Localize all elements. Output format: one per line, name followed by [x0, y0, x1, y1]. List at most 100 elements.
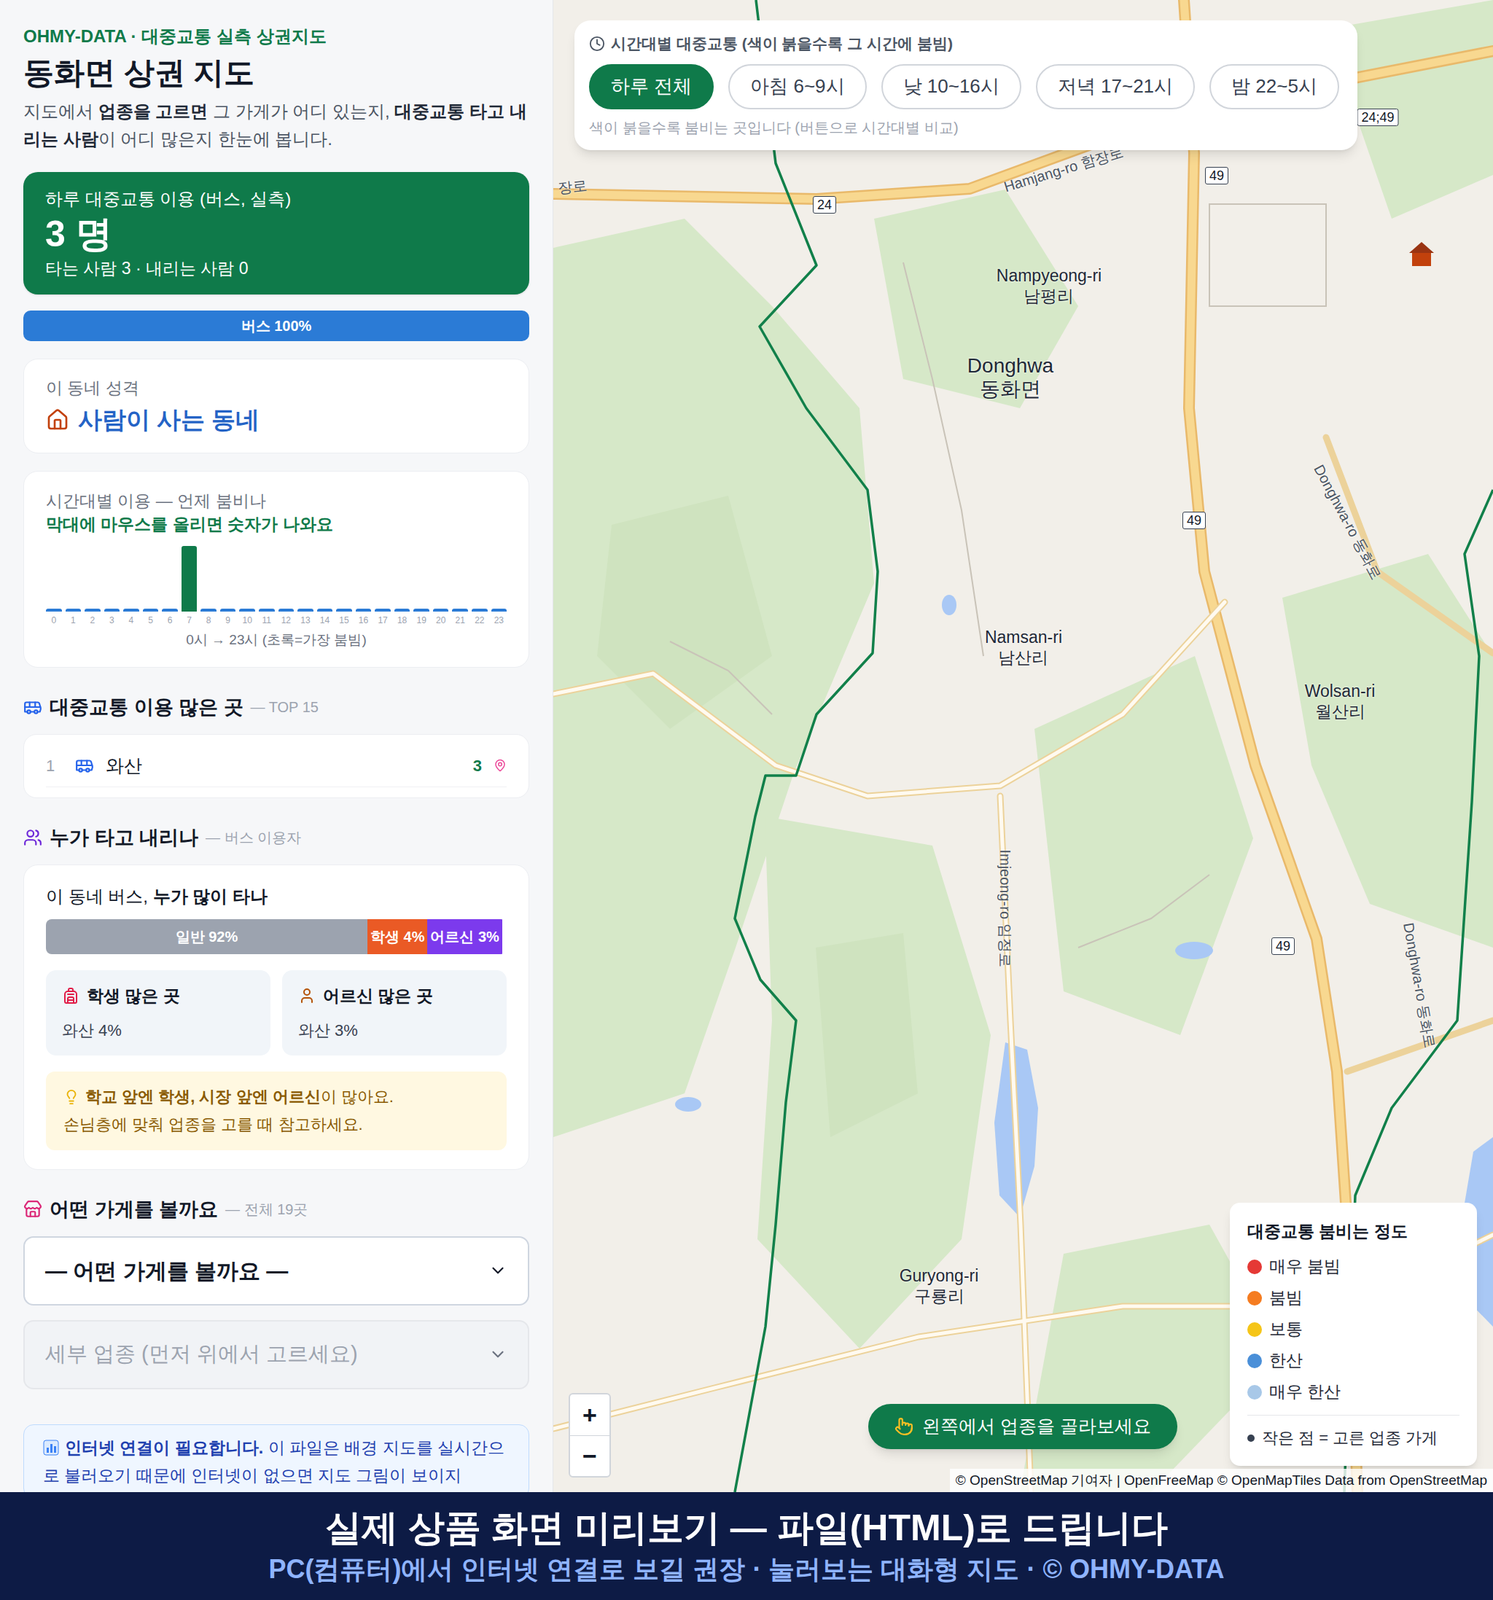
text-segment: 이 동네 버스,: [45, 886, 154, 907]
hour-bar[interactable]: [297, 608, 314, 612]
hour-bar[interactable]: [123, 608, 140, 612]
hour-tick: 14: [317, 614, 334, 627]
hour-bar[interactable]: [161, 608, 178, 612]
backpack-icon: [61, 987, 80, 1005]
hour-bar[interactable]: [239, 608, 256, 612]
chart-caption: 0시 → 23시 (초록=가장 붐빔): [45, 630, 507, 650]
hour-bar[interactable]: [65, 608, 82, 612]
hour-tick: 8: [200, 614, 217, 627]
hour-bar[interactable]: [491, 608, 508, 612]
hour-bar[interactable]: [45, 608, 62, 612]
page-title: 동화면 상권 지도: [23, 52, 530, 94]
time-button[interactable]: 아침 6~9시: [728, 64, 867, 110]
mode-segment: 버스 100%: [23, 310, 530, 342]
text-segment: 이 어디 많은지 한눈에 봅니다.: [98, 129, 333, 149]
zoom-button[interactable]: −: [570, 1435, 610, 1477]
hour-bar[interactable]: [317, 608, 334, 612]
text-segment: 이 많아요.: [320, 1087, 394, 1106]
time-filter-panel: 시간대별 대중교통 (색이 붉을수록 그 시간에 붐빔)하루 전체아침 6~9시…: [574, 20, 1358, 151]
bus-stop-icon: [23, 697, 43, 717]
banner: 실제 상품 화면 미리보기 — 파일(HTML)로 드립니다PC(컴퓨터)에서 …: [0, 1492, 1493, 1600]
hour-tick: 11: [258, 614, 275, 627]
place-label: Donghwa동화면: [967, 354, 1054, 401]
hour-tick: 3: [104, 614, 121, 627]
text-segment: 인터넷 연결이 필요합니다.: [64, 1438, 264, 1458]
legend-dot: [1247, 1322, 1262, 1337]
top-stops-heading: 대중교통 이용 많은 곳— TOP 15: [23, 692, 530, 723]
share-segment: 학생 4%: [367, 919, 428, 955]
hour-tick: 10: [239, 614, 256, 627]
hour-bar[interactable]: [451, 608, 469, 612]
hour-bar[interactable]: [200, 608, 217, 612]
road-shield: 49: [1205, 166, 1229, 185]
text-segment: 업종을 고르면: [98, 101, 209, 122]
hour-bar[interactable]: [220, 608, 237, 612]
time-filter-caption: 색이 붉을수록 붐비는 곳입니다 (버튼으로 시간대별 비교): [589, 116, 1343, 139]
hour-tick: 12: [278, 614, 295, 627]
description: 지도에서 업종을 고르면 그 가게가 어디 있는지, 대중교통 타고 내리는 사…: [23, 97, 530, 154]
hour-tick: 15: [336, 614, 353, 627]
house-icon: [45, 408, 70, 432]
hour-tick: 6: [161, 614, 178, 627]
hour-tick: 9: [220, 614, 237, 627]
legend-item: 보통: [1247, 1313, 1460, 1346]
hour-bar[interactable]: [413, 608, 430, 612]
banner-title: 실제 상품 화면 미리보기 — 파일(HTML)로 드립니다: [325, 1506, 1168, 1550]
stop-row[interactable]: 1와산3: [45, 745, 507, 789]
legend-item: 매우 한산: [1247, 1376, 1460, 1408]
text-segment: 누가 많이 타나: [153, 886, 268, 907]
sidebar: OHMY-DATA · 대중교통 실측 상권지도동화면 상권 지도지도에서 업종…: [0, 0, 554, 1493]
hour-bar[interactable]: [433, 608, 450, 612]
tip-box: 학교 앞엔 학생, 시장 앞엔 어르신이 많아요.손님층에 맞춰 업종을 고를 …: [45, 1071, 507, 1151]
top-stops-card: 1와산3: [23, 734, 530, 799]
hint-button[interactable]: 왼쪽에서 업종을 골라보세요: [868, 1404, 1178, 1450]
road-shield: 49: [1182, 511, 1206, 530]
banner-subtitle: PC(컴퓨터)에서 인터넷 연결로 보길 권장 · 눌러보는 대화형 지도 · …: [268, 1552, 1224, 1587]
hour-tick: 20: [433, 614, 450, 627]
time-button[interactable]: 하루 전체: [589, 64, 714, 110]
rider-card: 학생 많은 곳와산 4%: [45, 970, 271, 1057]
legend-dot: [1247, 1259, 1262, 1275]
hour-bar[interactable]: [336, 608, 353, 612]
hour-bar[interactable]: [374, 608, 391, 612]
share-bar: 일반 92%학생 4%어르신 3%: [45, 919, 507, 955]
hour-bar[interactable]: [258, 608, 275, 612]
road-shield: 49: [1271, 937, 1295, 955]
hour-bar[interactable]: [278, 608, 295, 612]
text-segment: 그 가게가 어디 있는지,: [207, 101, 395, 122]
road-shield: 24: [812, 196, 837, 214]
pin-icon[interactable]: [493, 758, 507, 773]
shop-heading: 어떤 가게를 볼까요— 전체 19곳: [23, 1194, 530, 1225]
hour-bar[interactable]: [84, 608, 101, 612]
hour-bar[interactable]: [142, 608, 159, 612]
hour-tick: 16: [355, 614, 372, 627]
legend-dot: [1247, 1385, 1262, 1400]
time-button[interactable]: 저녁 17~21시: [1035, 64, 1195, 110]
hourly-card: 시간대별 이용 — 언제 붐비나막대에 마우스를 올리면 숫자가 나와요0123…: [23, 470, 530, 668]
hour-tick: 4: [123, 614, 140, 627]
legend-item: 한산: [1247, 1345, 1460, 1377]
hour-bar[interactable]: [471, 608, 488, 612]
time-button[interactable]: 낮 10~16시: [881, 64, 1022, 110]
hour-tick: 7: [181, 614, 198, 627]
hour-bar[interactable]: [355, 608, 372, 612]
zoom-button[interactable]: +: [570, 1394, 610, 1436]
clock-icon: [589, 35, 606, 52]
chart-icon: [43, 1439, 60, 1456]
legend-item: 붐빔: [1247, 1282, 1460, 1314]
hour-bar[interactable]: [104, 608, 121, 612]
hour-bar[interactable]: [394, 608, 411, 612]
character-card: 이 동네 성격사람이 사는 동네: [23, 358, 530, 454]
brand: OHMY-DATA · 대중교통 실측 상권지도: [23, 24, 530, 49]
hour-tick: 18: [394, 614, 411, 627]
legend-dot: [1247, 1291, 1262, 1306]
summary-card: 하루 대중교통 이용 (버스, 실측)3 명타는 사람 3 · 내리는 사람 0: [23, 172, 530, 295]
users-icon: [23, 828, 43, 848]
rider-card: 어르신 많은 곳와산 3%: [282, 970, 507, 1057]
riders-heading: 누가 타고 내리나— 버스 이용자: [23, 823, 530, 853]
category-select[interactable]: — 어떤 가게를 볼까요 —: [23, 1236, 530, 1306]
hour-bar[interactable]: [181, 546, 198, 612]
road-shield: 24;49: [1356, 108, 1399, 127]
time-button[interactable]: 밤 22~5시: [1209, 64, 1340, 110]
map[interactable]: Nampyeong-ri남평리Donghwa동화면Namsan-ri남산리Wol…: [553, 0, 1493, 1493]
